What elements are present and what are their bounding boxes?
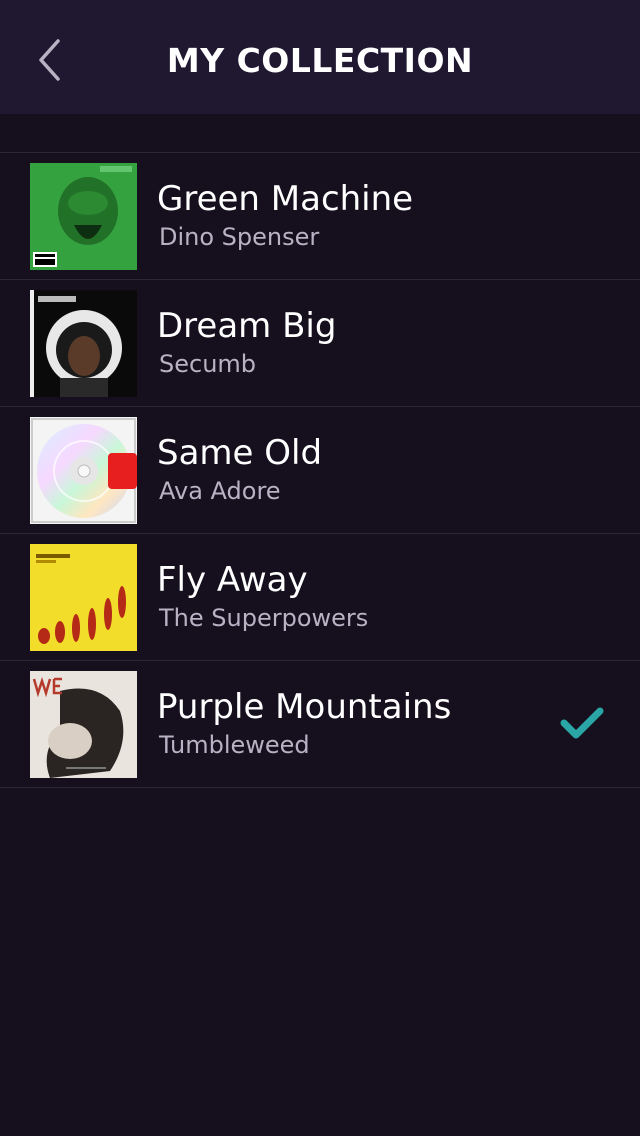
song-title: Fly Away [157, 560, 308, 600]
artist-name: Dino Spenser [159, 223, 320, 251]
artist-name: Tumbleweed [159, 731, 310, 759]
list-item-dream-big[interactable]: Dream Big Secumb [0, 280, 640, 407]
artist-name: The Superpowers [159, 604, 369, 632]
list-item-purple-mountains[interactable]: Purple Mountains Tumbleweed [0, 661, 640, 788]
song-title: Purple Mountains [157, 687, 452, 727]
list-item-same-old[interactable]: Same Old Ava Adore [0, 407, 640, 534]
album-art [30, 544, 137, 651]
artist-name: Secumb [159, 350, 257, 378]
page-title: MY COLLECTION [166, 41, 474, 80]
list-item-green-machine[interactable]: Green Machine Dino Spenser [0, 153, 640, 280]
song-title: Green Machine [157, 179, 414, 219]
list-item-fly-away[interactable]: Fly Away The Superpowers [0, 534, 640, 661]
album-art [30, 163, 137, 270]
checkmark-icon [558, 703, 606, 743]
album-art [30, 290, 137, 397]
collection-list: Green Machine Dino Spenser Dream Big Sec… [0, 152, 640, 788]
artist-name: Ava Adore [159, 477, 281, 505]
song-title: Same Old [157, 433, 323, 473]
album-art [30, 417, 137, 524]
album-art [30, 671, 137, 778]
song-title: Dream Big [157, 306, 337, 346]
header-bar: MY COLLECTION [0, 0, 640, 114]
